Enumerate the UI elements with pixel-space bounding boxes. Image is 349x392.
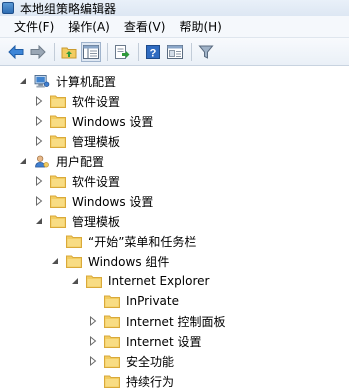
collapsed-arrow-icon[interactable]	[34, 176, 44, 186]
tree-item-label: InPrivate	[126, 294, 179, 308]
tree-item-software-settings[interactable]: 软件设置	[34, 171, 120, 191]
tree-item-label: 软件设置	[72, 94, 121, 109]
tree-item-windows-settings[interactable]: Windows 设置	[34, 111, 153, 131]
toolbar-separator	[191, 42, 192, 61]
tree-item-internet-control-panel[interactable]: Internet 控制面板	[88, 311, 225, 331]
no-arrow-spacer	[88, 296, 98, 306]
up-folder-icon	[61, 47, 77, 58]
expanded-arrow-icon[interactable]	[18, 156, 28, 166]
folder-icon	[86, 275, 102, 288]
folder-icon	[104, 375, 120, 388]
folder-icon	[50, 95, 66, 108]
title-bar: 本地组策略编辑器	[0, 0, 349, 16]
tree-item-label: 持续行为	[126, 374, 175, 389]
menu-view[interactable]: 查看(V)	[117, 18, 173, 35]
back-button[interactable]	[6, 42, 26, 62]
tree-item-label: 安全功能	[126, 354, 175, 369]
folder-icon	[66, 255, 82, 268]
tree-item-label: Windows 设置	[72, 194, 154, 209]
folder-icon	[50, 195, 66, 208]
tree-item-label: 用户配置	[56, 154, 105, 169]
tree-item-label: Windows 设置	[72, 114, 154, 129]
app-icon	[2, 2, 14, 14]
tree-item-windows-settings[interactable]: Windows 设置	[34, 191, 153, 211]
tree-item-label: Windows 组件	[88, 254, 170, 269]
collapsed-arrow-icon[interactable]	[88, 356, 98, 366]
filter-button[interactable]	[196, 42, 216, 62]
expanded-arrow-icon[interactable]	[50, 256, 60, 266]
menu-bar: 文件(F) 操作(A) 查看(V) 帮助(H)	[0, 16, 349, 38]
folder-icon	[50, 175, 66, 188]
extended-view-icon	[167, 44, 183, 59]
collapsed-arrow-icon[interactable]	[34, 96, 44, 106]
toolbar: ?	[0, 38, 349, 66]
menu-file[interactable]: 文件(F)	[0, 18, 61, 35]
export-list-icon	[115, 44, 130, 59]
tree-item-admin-templates[interactable]: 管理模板	[34, 211, 120, 231]
folder-icon	[104, 315, 120, 328]
no-arrow-spacer	[88, 376, 98, 386]
filter-icon	[198, 45, 214, 59]
svg-text:?: ?	[150, 47, 157, 59]
tree-item-software-settings[interactable]: 软件设置	[34, 91, 120, 111]
menu-action[interactable]: 操作(A)	[61, 18, 117, 35]
tree-item-label: 管理模板	[72, 214, 121, 229]
computer-icon	[34, 74, 50, 88]
folder-icon	[50, 215, 66, 228]
toolbar-separator	[138, 42, 139, 61]
tree-item-label: Internet 控制面板	[126, 314, 226, 329]
collapsed-arrow-icon[interactable]	[34, 136, 44, 146]
forward-button[interactable]	[28, 42, 48, 62]
toolbar-separator	[107, 42, 108, 61]
user-icon	[35, 155, 49, 167]
help-icon: ?	[146, 44, 160, 59]
folder-icon	[104, 335, 120, 348]
tree-item-security-features[interactable]: 安全功能	[88, 351, 174, 371]
toolbar-separator	[54, 42, 55, 61]
show-hide-tree-button[interactable]	[81, 41, 101, 62]
expanded-arrow-icon[interactable]	[70, 276, 80, 286]
tree-item-label: 计算机配置	[56, 74, 117, 89]
tree-item-label: Internet 设置	[126, 334, 202, 349]
expanded-arrow-icon[interactable]	[34, 216, 44, 226]
expanded-arrow-icon[interactable]	[18, 76, 28, 86]
show-hide-tree-icon	[83, 44, 99, 59]
tree-item-inprivate[interactable]: InPrivate	[88, 291, 179, 311]
window-title: 本地组策略编辑器	[20, 1, 117, 16]
tree-item-start-menu-taskbar[interactable]: “开始”菜单和任务栏	[50, 231, 196, 251]
tree-item-label: “开始”菜单和任务栏	[88, 234, 197, 249]
folder-icon	[50, 135, 66, 148]
tree-item-windows-components[interactable]: Windows 组件	[50, 251, 169, 271]
folder-icon	[104, 355, 120, 368]
forward-arrow-icon	[30, 44, 46, 59]
tree-item-label: 软件设置	[72, 174, 121, 189]
menu-help[interactable]: 帮助(H)	[172, 18, 228, 35]
tree-item-internet-explorer[interactable]: Internet Explorer	[70, 271, 209, 291]
help-button[interactable]: ?	[143, 42, 163, 62]
extended-view-button[interactable]	[165, 42, 185, 62]
tree-item-user-config[interactable]: 用户配置	[18, 151, 104, 171]
tree-item-persistent-behavior[interactable]: 持续行为	[88, 371, 174, 391]
tree-item-computer-config[interactable]: 计算机配置	[18, 71, 116, 91]
collapsed-arrow-icon[interactable]	[88, 316, 98, 326]
tree-item-internet-settings[interactable]: Internet 设置	[88, 331, 201, 351]
tree-item-label: Internet Explorer	[108, 274, 210, 288]
export-list-button[interactable]	[112, 42, 132, 62]
up-level-button[interactable]	[59, 42, 79, 62]
collapsed-arrow-icon[interactable]	[34, 116, 44, 126]
tree-item-label: 管理模板	[72, 134, 121, 149]
back-arrow-icon	[8, 44, 24, 59]
collapsed-arrow-icon[interactable]	[88, 336, 98, 346]
policy-tree: 计算机配置 软件设置 Windows 设置 管理模板 用户配置 软件设置 Win…	[0, 67, 349, 392]
collapsed-arrow-icon[interactable]	[34, 196, 44, 206]
folder-icon	[50, 115, 66, 128]
folder-icon	[66, 235, 82, 248]
folder-icon	[104, 295, 120, 308]
tree-item-admin-templates[interactable]: 管理模板	[34, 131, 120, 151]
no-arrow-spacer	[50, 236, 60, 246]
